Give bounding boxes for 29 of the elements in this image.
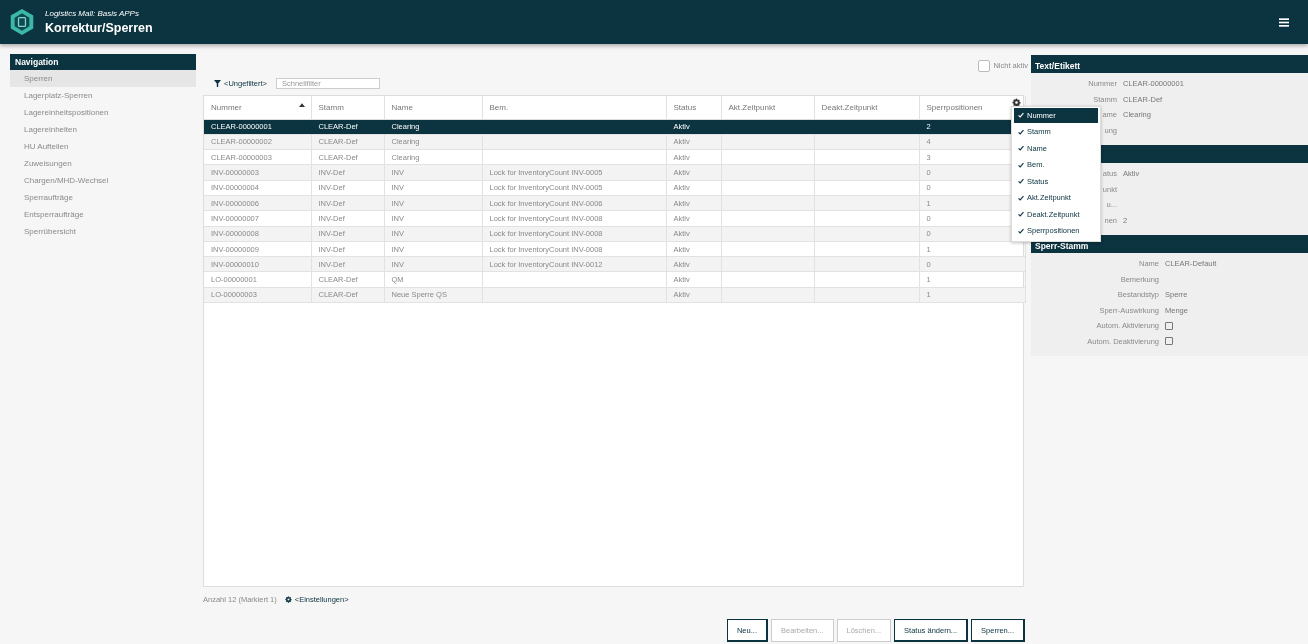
column-header[interactable]: Nummer [204,96,311,119]
nav-item[interactable]: Sperrübersicht [10,223,196,240]
app-subtitle: Logistics Mall: Basis APPs [45,9,140,18]
column-header[interactable]: Name [384,96,482,119]
app-title: Korrektur/Sperren [45,21,154,35]
column-header[interactable]: Bem. [482,96,666,119]
nav-item[interactable]: Sperren [10,70,196,87]
nav-item[interactable]: HU Aufteilen [10,138,196,155]
nav-item[interactable]: Entsperraufträge [10,206,196,223]
column-header[interactable]: Stamm [311,96,384,119]
nav-item[interactable]: Lagerplatz-Sperren [10,87,196,104]
checkbox[interactable] [978,59,991,72]
nav-item[interactable]: Chargen/MHD-Wechsel [10,172,196,189]
column-header[interactable]: Akt.Zeitpunkt [721,96,814,119]
checkbox[interactable] [1165,337,1173,346]
nav-item[interactable]: Lagereinheiten [10,121,196,138]
nav-item[interactable]: Sperraufträge [10,189,196,206]
column-header[interactable]: Deakt.Zeitpunkt [814,96,919,119]
settings-icon[interactable] [1012,98,1021,107]
column-header[interactable]: Status [666,96,721,119]
checkbox[interactable] [1165,321,1173,330]
hexagon-logo-icon [9,8,35,36]
nav-item[interactable]: Zuweisungen [10,155,196,172]
filter-icon [214,79,221,87]
settings-icon [284,595,292,603]
menu-icon[interactable] [1279,17,1289,27]
section-title: Text/Etikett [1031,55,1308,73]
nav-item[interactable]: Lagereinheitspositionen [10,104,196,121]
navigation-title: Navigation [10,54,196,70]
